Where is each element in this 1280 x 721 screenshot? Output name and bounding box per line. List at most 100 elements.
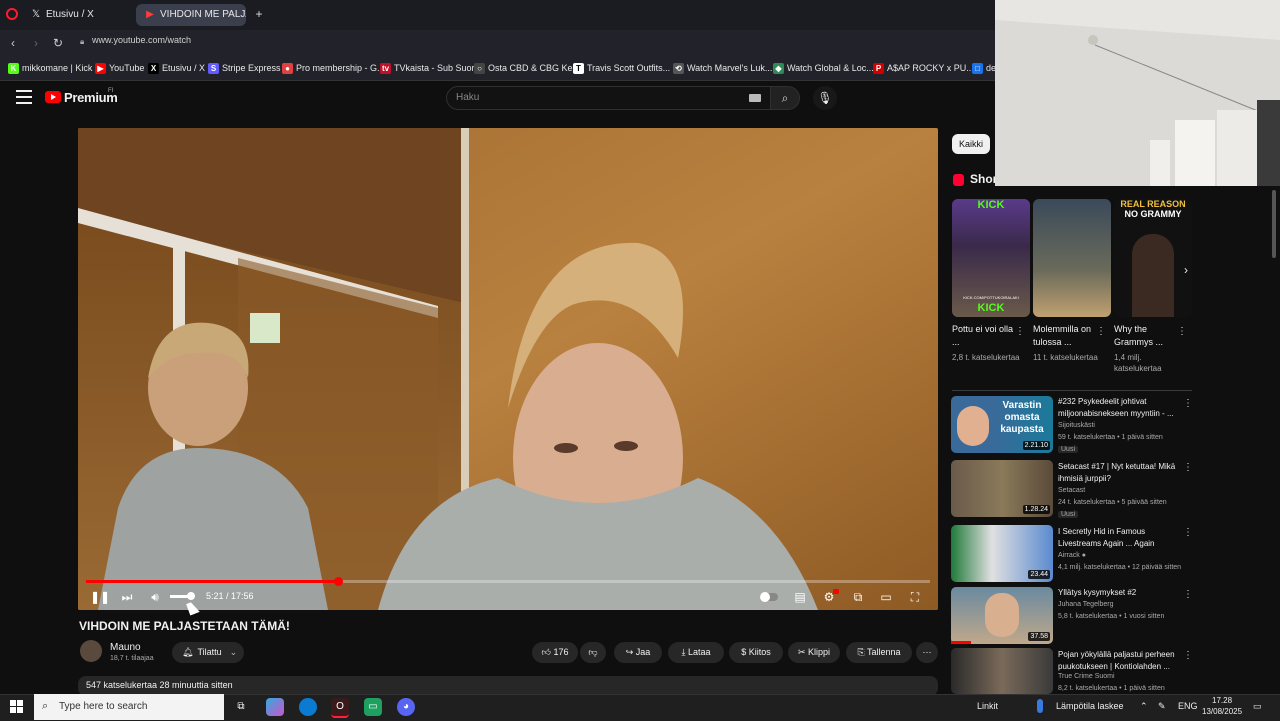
bookmark-label: Pro membership - G... bbox=[296, 63, 385, 73]
weather-widget[interactable]: Lämpötila laskee bbox=[1056, 701, 1124, 711]
search-input[interactable] bbox=[446, 86, 772, 110]
search-icon[interactable]: ⌕ bbox=[770, 86, 800, 110]
short-thumbnail[interactable]: REAL REASON NO GRAMMY bbox=[1114, 199, 1192, 317]
more-vert-icon[interactable]: ⋮ bbox=[1183, 650, 1193, 661]
language-indicator[interactable]: ENG bbox=[1178, 701, 1198, 711]
channel-name[interactable]: True Crime Suomi bbox=[1058, 673, 1115, 680]
bookmark-label: Travis Scott Outfits... bbox=[587, 63, 671, 73]
autoplay-toggle-icon[interactable] bbox=[758, 588, 780, 606]
download-button[interactable]: ⤓ Lataa bbox=[668, 642, 724, 663]
video-thumbnail[interactable]: 37.58 bbox=[951, 587, 1053, 644]
more-vert-icon[interactable]: ⋮ bbox=[1183, 462, 1193, 473]
more-vert-icon[interactable]: ⋮ bbox=[1183, 527, 1193, 538]
video-thumbnail[interactable]: 1.28.24 bbox=[951, 460, 1053, 517]
clock-date[interactable]: 13/08/2025 bbox=[1202, 707, 1242, 716]
share-button[interactable]: ↪ Jaa bbox=[614, 642, 662, 663]
channel-name[interactable]: Airrack ● bbox=[1058, 552, 1086, 559]
new-tab-button[interactable]: + bbox=[252, 7, 266, 21]
short-title[interactable]: Molemmilla on tulossa ... bbox=[1033, 323, 1095, 349]
clock-time[interactable]: 17.28 bbox=[1212, 696, 1232, 705]
video-thumbnail[interactable]: Varastin omasta kaupasta 2.21.10 bbox=[951, 396, 1053, 453]
bookmark-item[interactable]: ○ Osta CBD & CBG Ke... bbox=[474, 60, 580, 76]
thanks-button[interactable]: $ Kiitos bbox=[729, 642, 783, 663]
short-title[interactable]: Why the Grammys ... bbox=[1114, 323, 1176, 349]
bookmark-item[interactable]: Kmikkomane | Kick bbox=[8, 60, 92, 76]
like-button[interactable]: 👍︎ 176 bbox=[532, 642, 578, 663]
clip-button[interactable]: ✂ Klippi bbox=[788, 642, 840, 663]
forward-icon[interactable]: › bbox=[27, 34, 45, 52]
bookmark-item[interactable]: X Etusivu / X bbox=[148, 60, 205, 76]
tab-x[interactable]: 𝕏 Etusivu / X bbox=[22, 4, 132, 26]
more-vert-icon[interactable]: ⋮ bbox=[1096, 326, 1106, 337]
hd-badge bbox=[833, 589, 839, 594]
bookmark-item[interactable]: □ de bbox=[972, 60, 996, 76]
short-thumbnail[interactable] bbox=[1033, 199, 1111, 317]
chevron-up-icon[interactable]: ⌃ bbox=[1140, 701, 1148, 712]
video-thumbnail[interactable]: 23.44 bbox=[951, 525, 1053, 582]
video-thumbnail[interactable] bbox=[951, 648, 1053, 694]
channel-name[interactable]: Setacast bbox=[1058, 487, 1085, 494]
more-vert-icon[interactable]: ⋮ bbox=[1015, 326, 1025, 337]
back-icon[interactable]: ‹ bbox=[4, 34, 22, 52]
more-actions-button[interactable]: ⋯ bbox=[916, 642, 938, 663]
task-view-icon[interactable]: ⧉ bbox=[232, 698, 250, 716]
bookmark-item[interactable]: ● Pro membership - G... bbox=[282, 60, 385, 76]
video-title[interactable]: Yllätys kysymykset #2 bbox=[1058, 587, 1180, 599]
theater-mode-icon[interactable]: ▭ bbox=[877, 588, 895, 606]
bookmark-item[interactable]: S Stripe Express bbox=[208, 60, 281, 76]
thanks-icon: $ bbox=[741, 647, 747, 657]
tab-youtube-active[interactable]: ▶VIHDOIN ME PALJAS bbox=[136, 4, 246, 26]
shorts-next-icon[interactable]: › bbox=[1184, 263, 1188, 277]
more-vert-icon[interactable]: ⋮ bbox=[1177, 326, 1187, 337]
pen-icon[interactable]: ✎ bbox=[1158, 701, 1166, 712]
more-vert-icon[interactable]: ⋮ bbox=[1183, 398, 1193, 409]
bookmark-item[interactable]: tv TVkaista - Sub Suora bbox=[380, 60, 480, 76]
microphone-icon[interactable]: 🎙︎ bbox=[813, 86, 837, 110]
video-title[interactable]: #232 Psykedeelit johtivat miljoonabisnek… bbox=[1058, 396, 1180, 420]
fullscreen-icon[interactable]: ⛶ bbox=[906, 588, 924, 606]
copilot-icon[interactable] bbox=[266, 698, 284, 716]
save-button[interactable]: ⎘ Tallenna bbox=[846, 642, 912, 663]
bookmark-item[interactable]: ⟲ Watch Marvel's Luk... bbox=[673, 60, 772, 76]
subtitles-icon[interactable]: ▤ bbox=[791, 588, 809, 606]
bookmark-item[interactable]: ◆ Watch Global & Loc... bbox=[773, 60, 874, 76]
short-title[interactable]: Pottu ei voi olla ... bbox=[952, 323, 1014, 349]
reload-icon[interactable]: ↻ bbox=[49, 34, 67, 52]
bookmark-item[interactable]: P A$AP ROCKY x PU... bbox=[873, 60, 974, 76]
video-title[interactable]: Pojan yökylällä paljastui perheen puukot… bbox=[1058, 649, 1180, 673]
youtube-logo-icon[interactable] bbox=[45, 91, 61, 103]
keyboard-icon[interactable] bbox=[749, 94, 761, 102]
links-toolbar[interactable]: Linkit bbox=[977, 701, 998, 711]
opera-gx-icon[interactable]: O bbox=[331, 698, 349, 718]
notification-icon[interactable]: ▭ bbox=[1253, 701, 1262, 712]
menu-icon[interactable] bbox=[16, 90, 32, 104]
edge-icon[interactable] bbox=[299, 698, 317, 716]
thumbnail-text: Varastin omasta kaupasta bbox=[1000, 400, 1044, 435]
discord-icon[interactable]: ◕ bbox=[397, 698, 415, 716]
dislike-button[interactable]: 👎︎ bbox=[580, 642, 606, 663]
address-bar[interactable]: www.youtube.com/watch bbox=[92, 35, 191, 45]
scrollbar-thumb[interactable] bbox=[1272, 190, 1276, 258]
volume-knob[interactable] bbox=[187, 592, 195, 600]
channel-name[interactable]: Mauno bbox=[110, 642, 141, 653]
windows-start-icon[interactable] bbox=[10, 700, 24, 714]
pause-icon[interactable]: ❚❚ bbox=[90, 588, 110, 606]
filter-chip-all[interactable]: Kaikki bbox=[952, 134, 990, 154]
video-title[interactable]: I Secretly Hid in Famous Livestreams Aga… bbox=[1058, 526, 1180, 550]
app-icon[interactable]: ▭ bbox=[364, 698, 382, 716]
bookmark-item[interactable]: T Travis Scott Outfits... bbox=[573, 60, 670, 76]
short-thumbnail[interactable]: KICK KICK.COM/POTTUKOIRALAKI KICK bbox=[952, 199, 1030, 317]
channel-name[interactable]: Sijoituskästi bbox=[1058, 422, 1095, 429]
video-player[interactable] bbox=[78, 128, 938, 610]
video-title[interactable]: Setacast #17 | Nyt ketuttaa! Mikä ihmisi… bbox=[1058, 461, 1180, 485]
volume-icon[interactable]: 🔊︎ bbox=[146, 588, 164, 606]
next-icon[interactable]: ⏭︎ bbox=[118, 588, 136, 606]
opera-logo-icon[interactable] bbox=[6, 8, 18, 20]
miniplayer-icon[interactable]: ⧉ bbox=[849, 588, 867, 606]
bookmark-item[interactable]: ▶ YouTube bbox=[95, 60, 144, 76]
scrubber-handle[interactable] bbox=[334, 577, 343, 586]
more-vert-icon[interactable]: ⋮ bbox=[1183, 589, 1193, 600]
channel-name[interactable]: Juhana Tegelberg bbox=[1058, 601, 1114, 608]
channel-avatar[interactable] bbox=[80, 640, 102, 662]
subscribed-button[interactable]: 🔔︎ Tilattu ⌄ bbox=[172, 642, 244, 663]
